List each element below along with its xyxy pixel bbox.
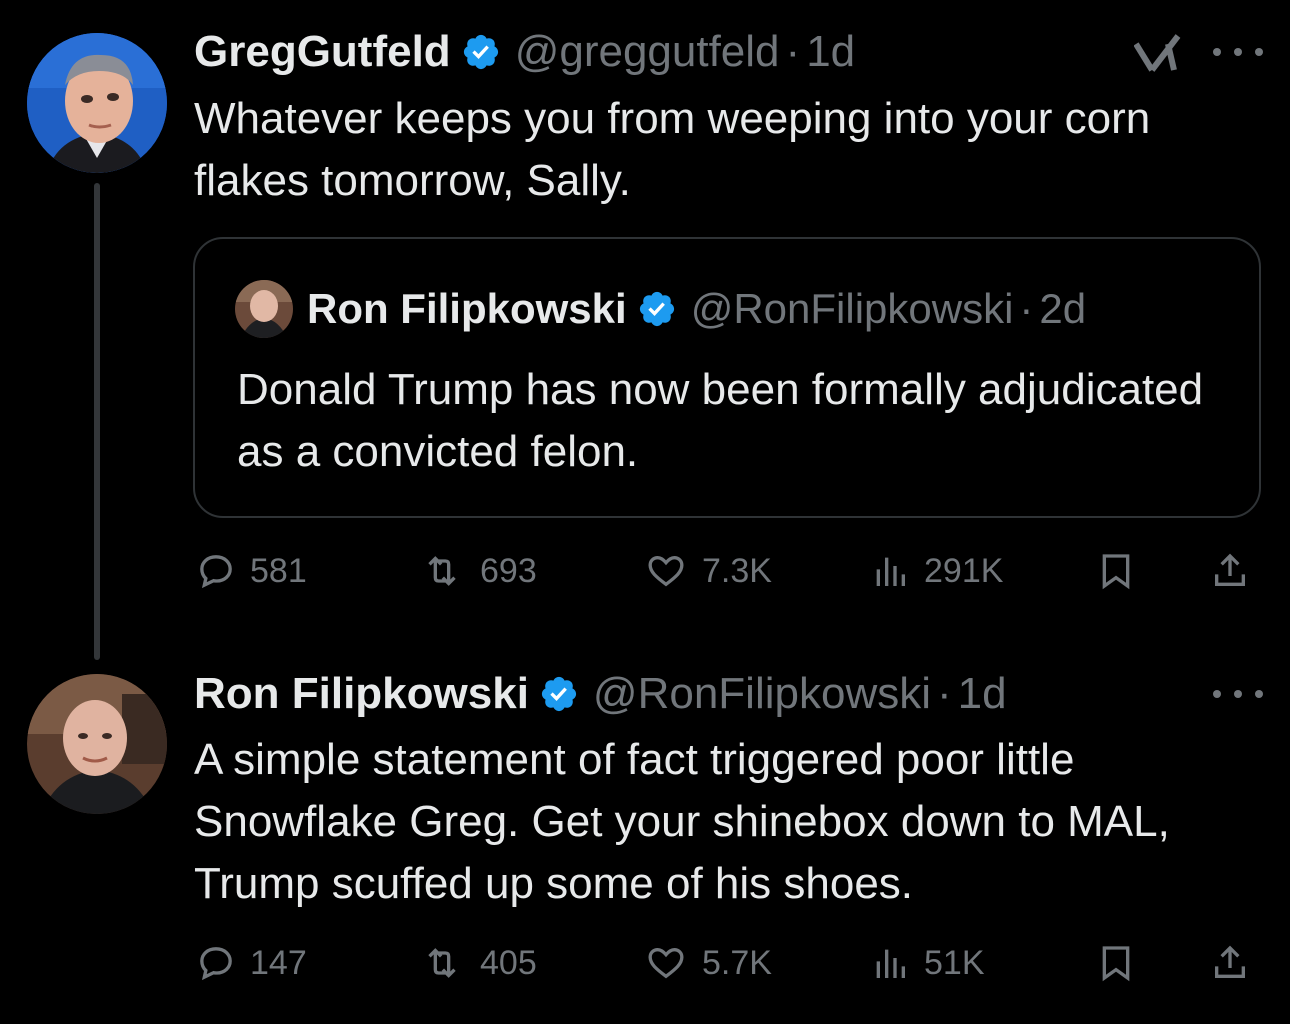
reply-icon xyxy=(200,555,232,589)
timestamp[interactable]: 1d xyxy=(958,669,1007,719)
like-count: 7.3K xyxy=(702,551,772,590)
separator-dot: · xyxy=(937,669,952,718)
handle[interactable]: @RonFilipkowski xyxy=(593,669,931,719)
like-icon xyxy=(648,947,684,979)
quote-display-name[interactable]: Ron Filipkowski xyxy=(307,285,627,333)
bookmark-icon xyxy=(1102,946,1130,982)
tweet-text: A simple statement of fact triggered poo… xyxy=(194,735,1170,908)
share-icon xyxy=(1215,945,1245,978)
share-icon xyxy=(1215,553,1245,586)
views-button[interactable]: 291K xyxy=(870,546,1003,596)
tweet-header: GregGutfeld @greggutfeld · 1d xyxy=(194,22,855,82)
separator-dot: · xyxy=(785,27,801,76)
reply-count: 147 xyxy=(250,943,307,982)
tweet-header: Ron Filipkowski @RonFilipkowski · 1d xyxy=(194,664,1007,724)
quote-header: Ron Filipkowski @RonFilipkowski · 2d xyxy=(235,279,1086,339)
repost-count: 405 xyxy=(480,943,537,982)
repost-button[interactable]: 693 xyxy=(418,546,537,596)
reply-count: 581 xyxy=(250,551,307,590)
repost-count: 693 xyxy=(480,551,537,590)
tweet-text: Whatever keeps you from weeping into you… xyxy=(194,94,1151,205)
like-button[interactable]: 5.7K xyxy=(644,938,772,988)
bookmark-button[interactable] xyxy=(1096,546,1136,596)
verified-icon xyxy=(463,34,498,70)
separator-dot: · xyxy=(1019,285,1034,332)
views-icon xyxy=(876,557,905,586)
timestamp[interactable]: 1d xyxy=(806,27,855,77)
quote-handle[interactable]: @RonFilipkowski xyxy=(691,285,1014,333)
like-icon xyxy=(648,555,684,587)
reply-button[interactable]: 581 xyxy=(196,546,307,596)
quoted-tweet-card[interactable]: Ron Filipkowski @RonFilipkowski · 2d Don… xyxy=(193,237,1261,518)
quote-text: Donald Trump has now been formally adjud… xyxy=(237,365,1204,476)
avatar-ronfilipkowski[interactable] xyxy=(27,674,167,814)
views-icon xyxy=(876,949,905,978)
share-button[interactable] xyxy=(1210,938,1250,988)
repost-button[interactable]: 405 xyxy=(418,938,537,988)
avatar-ronfilipkowski-small xyxy=(235,280,293,338)
verified-icon xyxy=(639,291,674,327)
avatar-greggutfeld-image xyxy=(27,33,167,173)
avatar-greggutfeld[interactable] xyxy=(27,33,167,173)
reply-icon xyxy=(200,947,232,981)
reply-button[interactable]: 147 xyxy=(196,938,307,988)
views-button[interactable]: 51K xyxy=(870,938,985,988)
share-button[interactable] xyxy=(1210,546,1250,596)
like-count: 5.7K xyxy=(702,943,772,982)
avatar-ronfilipkowski-image xyxy=(27,674,167,814)
bookmark-icon xyxy=(1102,554,1130,590)
more-icon[interactable] xyxy=(1213,42,1263,62)
views-count: 291K xyxy=(924,551,1004,590)
repost-icon xyxy=(428,556,456,586)
tweet-actions: 147 405 5.7K 51K xyxy=(0,938,1290,988)
views-count: 51K xyxy=(924,943,985,982)
repost-icon xyxy=(428,948,456,978)
display-name[interactable]: GregGutfeld xyxy=(194,27,451,77)
bookmark-button[interactable] xyxy=(1096,938,1136,988)
tweet-actions: 581 693 7.3K 291K xyxy=(0,546,1290,596)
display-name[interactable]: Ron Filipkowski xyxy=(194,669,529,719)
like-button[interactable]: 7.3K xyxy=(644,546,772,596)
more-icon[interactable] xyxy=(1213,684,1263,704)
verified-icon xyxy=(541,676,577,712)
grok-icon[interactable] xyxy=(1134,30,1186,76)
handle[interactable]: @greggutfeld xyxy=(515,27,780,77)
quote-timestamp[interactable]: 2d xyxy=(1039,285,1086,333)
